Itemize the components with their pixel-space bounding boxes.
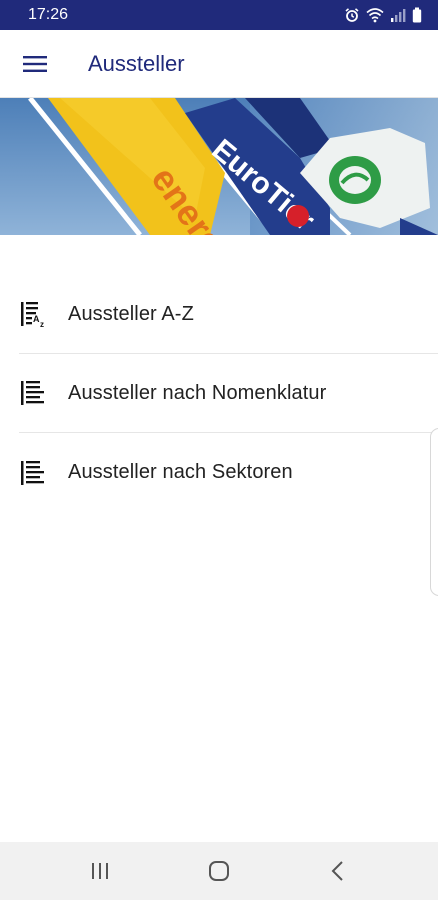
wifi-icon: [366, 7, 384, 23]
menu-item-aussteller-nomenklatur[interactable]: Aussteller nach Nomenklatur: [19, 354, 438, 433]
list-icon: [19, 458, 49, 488]
menu-item-aussteller-sektoren[interactable]: Aussteller nach Sektoren: [19, 433, 438, 512]
exhibitor-menu-list: A z Aussteller A-Z Aussteller nach Nomen…: [0, 275, 438, 512]
recent-apps-icon[interactable]: [70, 842, 130, 900]
menu-item-label: Aussteller nach Nomenklatur: [68, 381, 327, 404]
list-icon: [19, 378, 49, 408]
alarm-icon: [344, 7, 360, 23]
hamburger-menu-icon[interactable]: [0, 30, 70, 98]
status-bar: 17:26: [0, 0, 438, 30]
menu-item-label: Aussteller nach Sektoren: [68, 461, 293, 483]
sort-az-list-icon: A z: [19, 299, 49, 329]
edge-panel-handle[interactable]: [430, 428, 438, 596]
status-icons: [344, 7, 422, 23]
home-icon[interactable]: [189, 842, 249, 900]
app-bar: Aussteller: [0, 30, 438, 98]
battery-icon: [412, 7, 422, 23]
status-time: 17:26: [28, 6, 69, 23]
flags-banner-image: energy EuroTier: [0, 98, 438, 235]
navigation-bar: [0, 842, 438, 900]
back-icon[interactable]: [308, 842, 368, 900]
svg-text:A: A: [33, 314, 40, 324]
signal-icon: [390, 7, 406, 23]
menu-item-label: Aussteller A-Z: [68, 302, 194, 325]
svg-text:z: z: [40, 320, 44, 328]
page-title: Aussteller: [88, 50, 185, 76]
menu-item-aussteller-a-z[interactable]: A z Aussteller A-Z: [19, 275, 438, 354]
